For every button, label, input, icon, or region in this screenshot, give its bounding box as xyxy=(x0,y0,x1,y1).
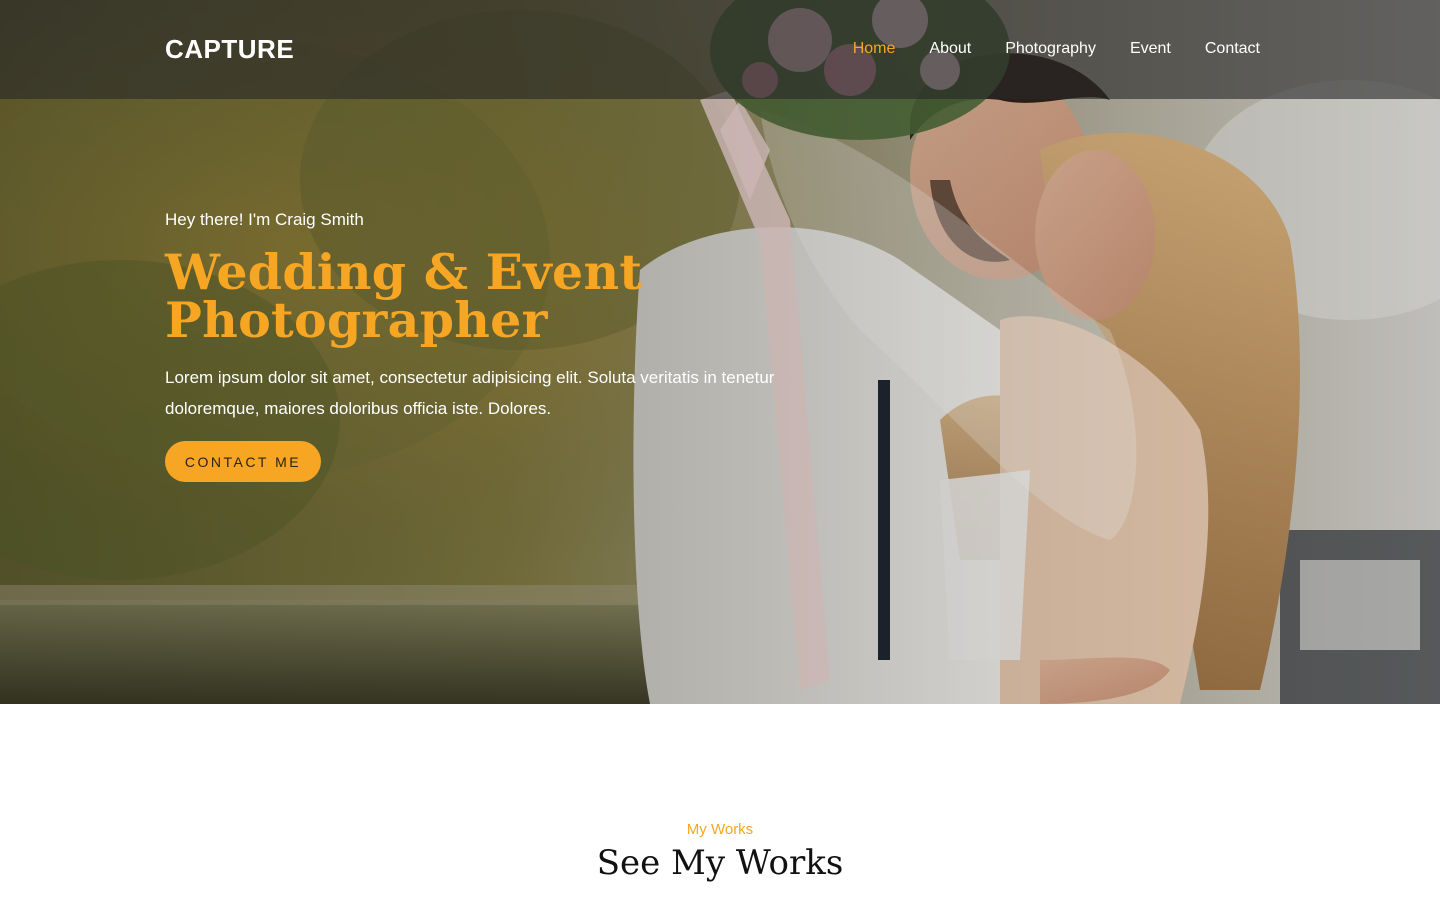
hero-content: Hey there! I'm Craig Smith Wedding & Eve… xyxy=(165,208,805,482)
brand-logo[interactable]: CAPTURE xyxy=(165,33,294,65)
nav-link-home[interactable]: Home xyxy=(853,38,896,60)
works-title: See My Works xyxy=(596,843,844,883)
nav-link-photography[interactable]: Photography xyxy=(1005,38,1096,60)
contact-me-button[interactable]: CONTACT ME xyxy=(165,441,321,482)
hero-title-line-1: Wedding & Event xyxy=(165,243,643,301)
nav-link-event[interactable]: Event xyxy=(1130,38,1171,60)
hero-title-line-2: Photographer xyxy=(165,291,548,349)
nav-links: Home About Photography Event Contact xyxy=(853,38,1260,60)
nav-link-about[interactable]: About xyxy=(929,38,971,60)
navbar: CAPTURE Home About Photography Event Con… xyxy=(0,0,1440,99)
works-section: My Works See My Works xyxy=(0,704,1440,900)
works-kicker: My Works xyxy=(686,821,754,838)
hero-title: Wedding & Event Photographer xyxy=(165,243,805,349)
hero-description: Lorem ipsum dolor sit amet, consectetur … xyxy=(165,368,775,418)
hero-section: CAPTURE Home About Photography Event Con… xyxy=(0,0,1440,704)
hero-greeting: Hey there! I'm Craig Smith xyxy=(165,210,364,229)
nav-link-contact[interactable]: Contact xyxy=(1205,38,1260,60)
